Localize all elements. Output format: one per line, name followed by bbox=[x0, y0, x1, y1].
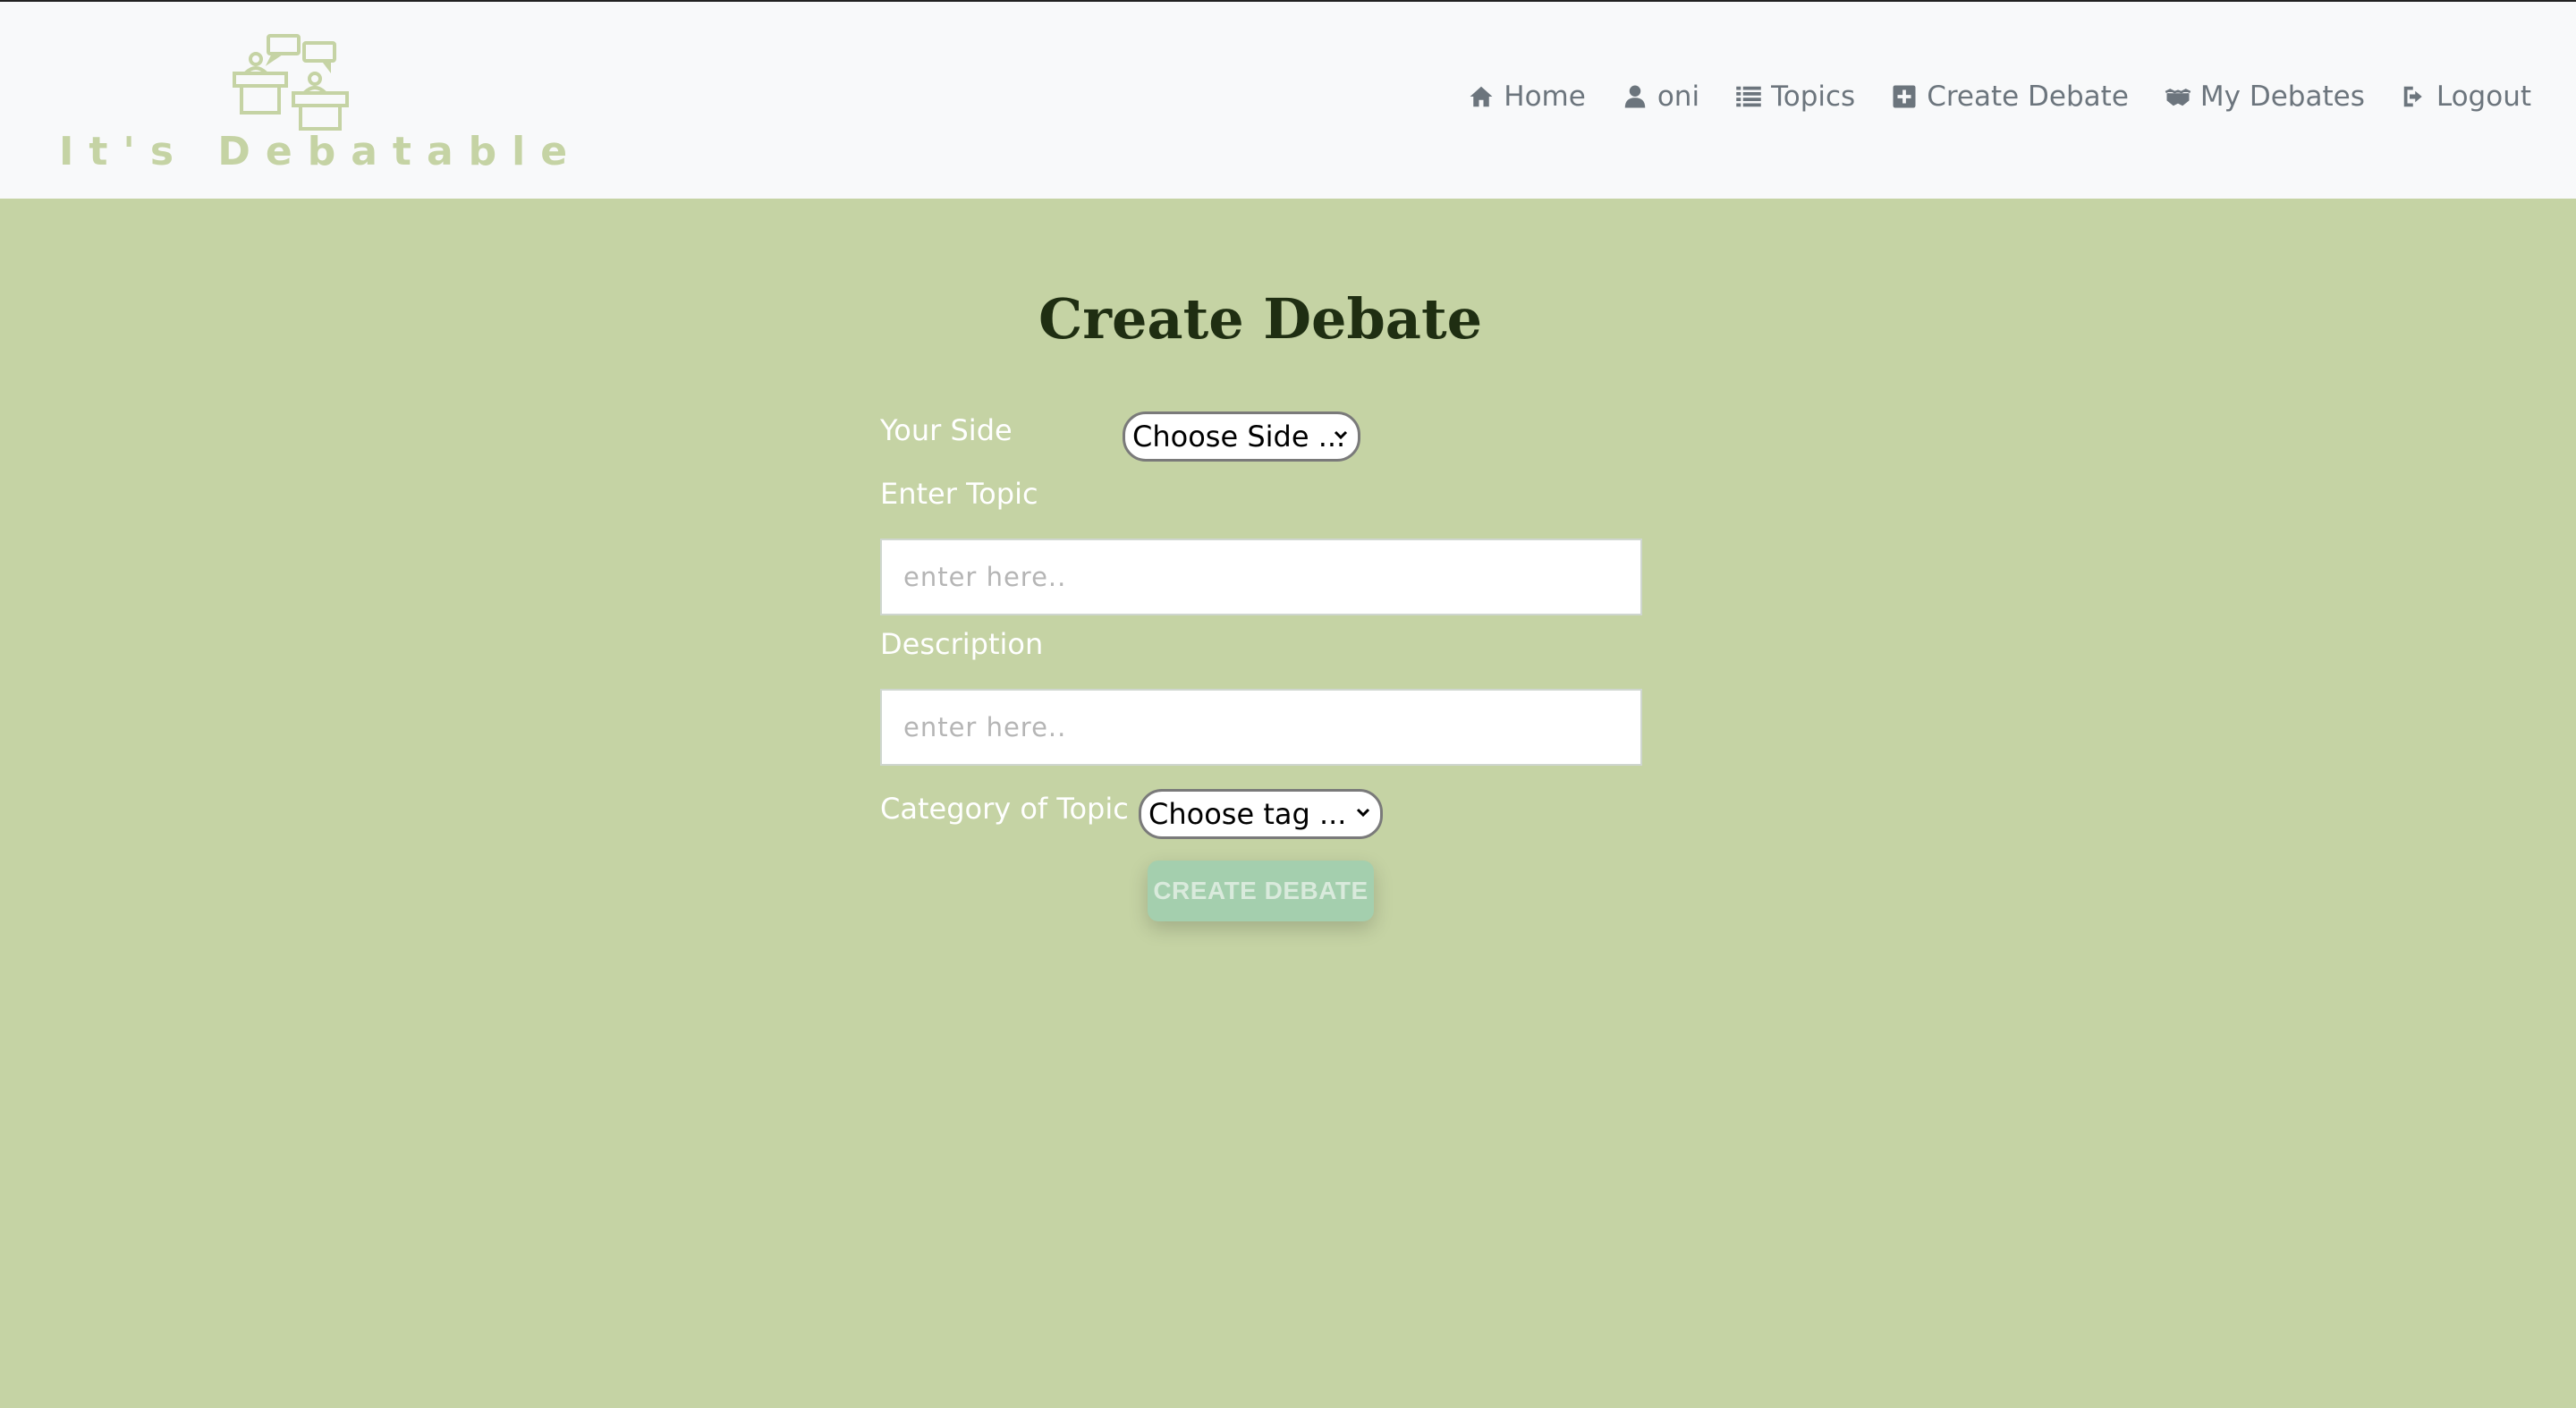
page-title: Create Debate bbox=[1038, 286, 1483, 352]
description-input[interactable] bbox=[880, 689, 1642, 766]
description-label: Description bbox=[880, 627, 1044, 661]
list-icon bbox=[1736, 86, 1761, 107]
side-select-value: Choose Side ... bbox=[1132, 420, 1346, 454]
nav-topics-label: Topics bbox=[1771, 81, 1856, 113]
topic-input[interactable] bbox=[880, 539, 1642, 615]
nav-user-label: oni bbox=[1657, 81, 1700, 113]
side-label: Your Side bbox=[880, 413, 1013, 447]
nav-logout-label: Logout bbox=[2436, 81, 2531, 113]
nav-links: Home oni Topics Create Debate My Debates… bbox=[1468, 81, 2531, 113]
chevron-down-icon bbox=[1334, 430, 1348, 440]
nav-my-debates[interactable]: My Debates bbox=[2165, 81, 2365, 113]
site-logo[interactable]: It's Debatable bbox=[59, 32, 583, 175]
category-select[interactable]: Choose tag ... bbox=[1139, 789, 1383, 839]
nav-topics[interactable]: Topics bbox=[1735, 81, 1855, 113]
topic-label: Enter Topic bbox=[880, 477, 1038, 511]
nav-create-debate[interactable]: Create Debate bbox=[1891, 81, 2129, 113]
user-icon bbox=[1624, 85, 1646, 108]
nav-my-debates-label: My Debates bbox=[2199, 81, 2365, 113]
top-navbar: It's Debatable Home oni Topics Create De… bbox=[0, 0, 2576, 199]
create-debate-button[interactable]: CREATE DEBATE bbox=[1148, 861, 1374, 921]
nav-home-label: Home bbox=[1504, 81, 1586, 113]
category-select-value: Choose tag ... bbox=[1148, 797, 1347, 831]
plus-square-icon bbox=[1893, 85, 1916, 108]
handshake-icon bbox=[2165, 89, 2191, 106]
chevron-down-icon bbox=[1356, 808, 1370, 818]
nav-user[interactable]: oni bbox=[1622, 81, 1699, 113]
nav-create-debate-label: Create Debate bbox=[1927, 81, 2129, 113]
debate-podium-icon bbox=[233, 34, 349, 131]
nav-home[interactable]: Home bbox=[1468, 81, 1586, 113]
logo-text: It's Debatable bbox=[59, 129, 583, 174]
category-label: Category of Topic bbox=[880, 792, 1129, 826]
sign-out-icon bbox=[2403, 86, 2422, 107]
nav-logout[interactable]: Logout bbox=[2401, 81, 2531, 113]
home-icon bbox=[1470, 86, 1493, 107]
side-select[interactable]: Choose Side ... bbox=[1123, 411, 1360, 462]
